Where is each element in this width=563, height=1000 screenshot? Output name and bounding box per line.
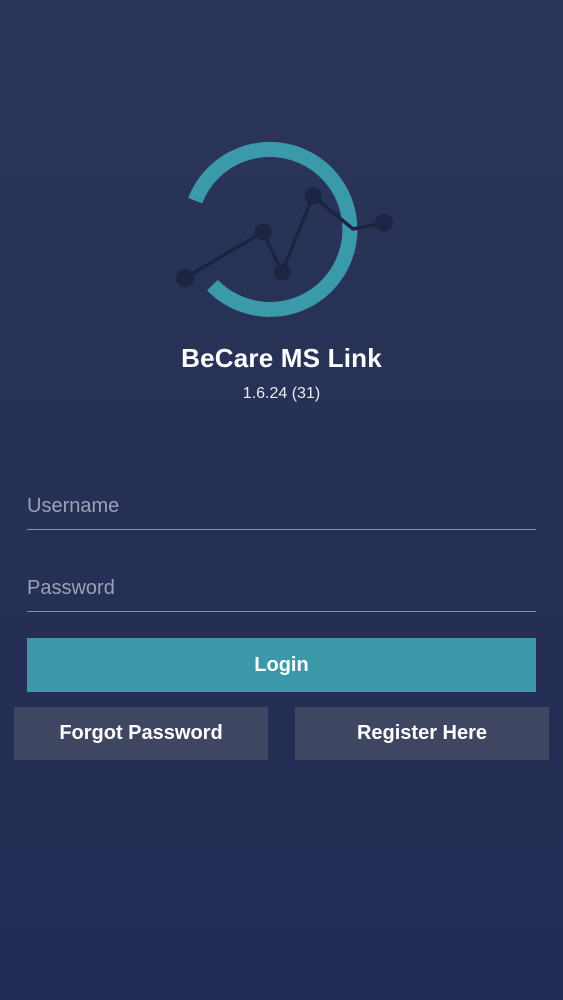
logo-graph-point <box>254 223 272 241</box>
logo-ring <box>188 141 358 317</box>
register-button[interactable]: Register Here <box>295 707 549 760</box>
logo-graph-point <box>375 214 393 232</box>
becare-logo-icon <box>176 141 393 317</box>
app-title: BeCare MS Link <box>181 343 382 373</box>
login-button[interactable]: Login <box>27 638 536 692</box>
forgot-password-button[interactable]: Forgot Password <box>14 707 268 760</box>
login-screen: BeCare MS Link 1.6.24 (31) Login Forgot … <box>0 0 563 1000</box>
logo-graph-point <box>273 263 291 281</box>
password-input[interactable] <box>27 566 536 612</box>
app-version: 1.6.24 (31) <box>242 385 321 402</box>
username-input[interactable] <box>27 484 536 530</box>
logo-graph-point <box>176 269 194 287</box>
logo-graph-point <box>304 187 322 205</box>
